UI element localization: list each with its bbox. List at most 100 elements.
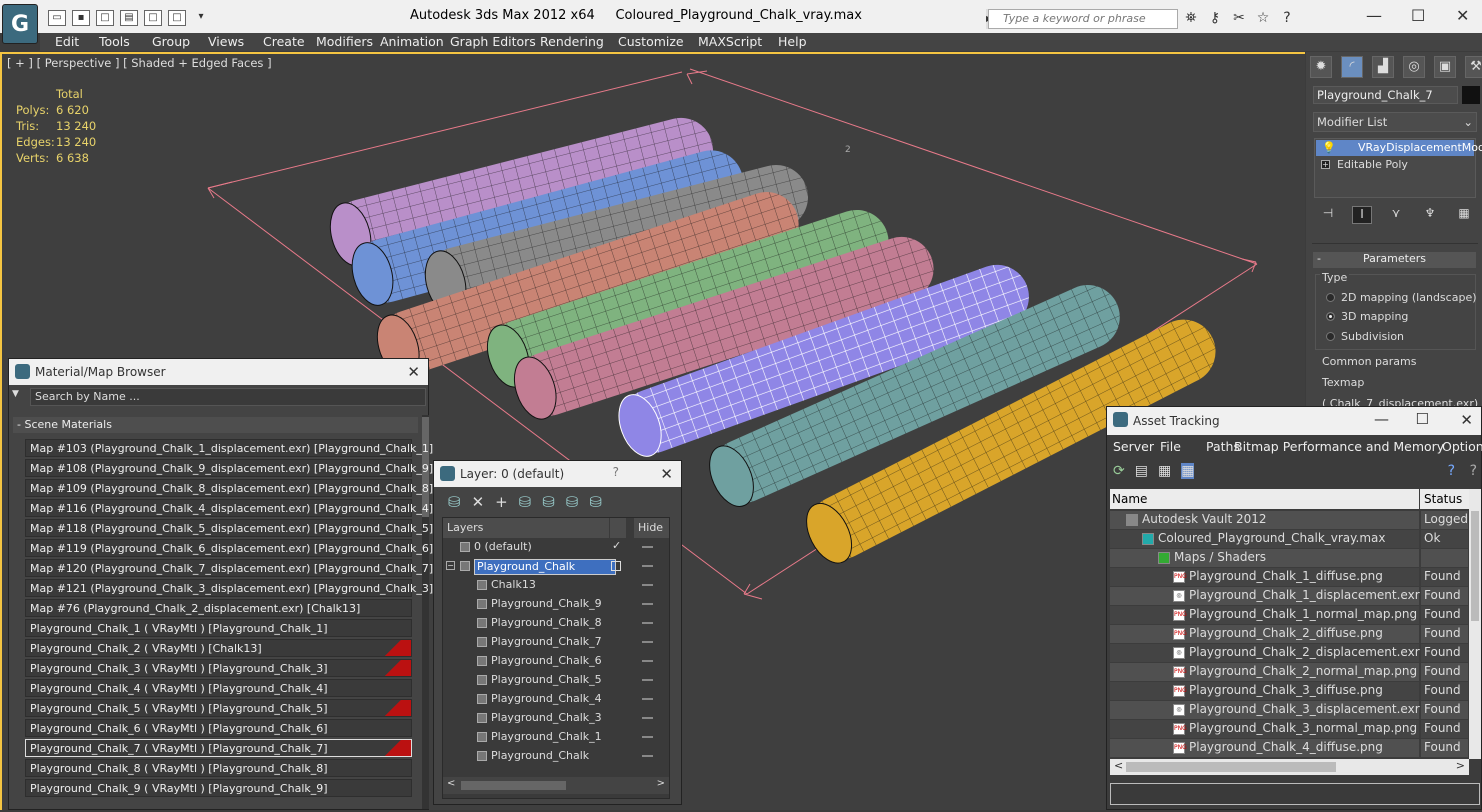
asset-menu-server[interactable]: Server bbox=[1113, 439, 1154, 454]
menu-maxscript[interactable]: MAXScript bbox=[698, 34, 762, 49]
asset-row[interactable]: PNG Playground_Chalk_2_diffuse.png Found bbox=[1110, 625, 1468, 644]
material-list-item[interactable]: Map #121 (Playground_Chalk_3_displacemen… bbox=[25, 579, 433, 597]
material-list-item[interactable]: Map #108 (Playground_Chalk_9_displacemen… bbox=[25, 459, 433, 477]
hide-toggle[interactable] bbox=[642, 565, 653, 567]
hide-toggle[interactable] bbox=[642, 717, 653, 719]
hide-toggle[interactable] bbox=[642, 641, 653, 643]
asset-row[interactable]: PNG Playground_Chalk_4_diffuse.png Found bbox=[1110, 739, 1468, 758]
new-icon[interactable]: □ bbox=[96, 10, 114, 26]
display-tab-icon[interactable]: ▣ bbox=[1434, 56, 1456, 78]
save-icon[interactable]: ▪ bbox=[72, 10, 90, 26]
project-icon[interactable]: ▤ bbox=[120, 10, 138, 26]
material-list-item[interactable]: Playground_Chalk_7 ( VRayMtl ) [Playgrou… bbox=[25, 739, 412, 757]
search-by-name-input[interactable]: Search by Name ... bbox=[30, 388, 426, 406]
stack-item-editable-poly[interactable]: + Editable Poly bbox=[1315, 157, 1475, 173]
menu-help[interactable]: Help bbox=[778, 34, 807, 49]
material-list-item[interactable]: Playground_Chalk_2 ( VRayMtl ) [Chalk13] bbox=[25, 639, 412, 657]
refresh-icon[interactable]: ⟳ bbox=[1113, 463, 1125, 479]
horizontal-scrollbar[interactable]: < > bbox=[1110, 759, 1469, 775]
menu-group[interactable]: Group bbox=[152, 34, 190, 49]
hide-toggle[interactable] bbox=[642, 603, 653, 605]
layer-object-row[interactable]: Playground_Chalk_1 bbox=[442, 728, 667, 747]
remove-modifier-icon[interactable]: ♆ bbox=[1420, 206, 1440, 224]
asset-row[interactable]: ◎ Playground_Chalk_1_displacement.exr Foun… bbox=[1110, 587, 1468, 606]
menu-create[interactable]: Create bbox=[263, 34, 305, 49]
hierarchy-tab-icon[interactable]: ▟ bbox=[1372, 56, 1394, 78]
scrollbar-thumb[interactable] bbox=[1471, 511, 1479, 621]
hide-toggle[interactable] bbox=[642, 660, 653, 662]
asset-row[interactable]: PNG Playground_Chalk_3_diffuse.png Found bbox=[1110, 682, 1468, 701]
hide-toggle[interactable] bbox=[642, 755, 653, 757]
material-list-item[interactable]: Playground_Chalk_3 ( VRayMtl ) [Playgrou… bbox=[25, 659, 412, 677]
material-list-item[interactable]: Map #109 (Playground_Chalk_8_displacemen… bbox=[25, 479, 433, 497]
binoculars-icon[interactable]: ⛯ bbox=[1182, 9, 1200, 27]
menu-modifiers[interactable]: Modifiers bbox=[316, 34, 373, 49]
exchange-icon[interactable]: ✂ bbox=[1230, 9, 1248, 27]
menu-customize[interactable]: Customize bbox=[618, 34, 684, 49]
material-list-item[interactable]: Map #103 (Playground_Chalk_1_displacemen… bbox=[25, 439, 433, 457]
select-objects-icon[interactable]: ⛁ bbox=[519, 493, 532, 511]
show-end-result-icon[interactable]: I bbox=[1352, 206, 1372, 224]
radio-2d-mapping[interactable]: 2D mapping (landscape) bbox=[1326, 290, 1477, 304]
material-list-item[interactable]: Map #76 (Playground_Chalk_2_displacement… bbox=[25, 599, 412, 617]
minimize-button[interactable]: — bbox=[1366, 6, 1382, 25]
layer-row[interactable]: 0 (default) ✓ bbox=[442, 538, 667, 557]
asset-row[interactable]: PNG Playground_Chalk_3_normal_map.png Foun… bbox=[1110, 720, 1468, 739]
minimize-button[interactable]: — bbox=[1374, 410, 1389, 428]
stack-item-vraydisplacement[interactable]: 💡 VRayDisplacementMod bbox=[1316, 140, 1482, 156]
create-layer-icon[interactable]: ⛁ bbox=[448, 493, 461, 511]
close-icon[interactable]: ✕ bbox=[407, 363, 420, 381]
radio-subdivision[interactable]: Subdivision bbox=[1326, 329, 1404, 343]
layers-column-header[interactable]: Layers bbox=[443, 518, 609, 538]
layer-object-row[interactable]: Playground_Chalk_4 bbox=[442, 690, 667, 709]
layer-object-row[interactable]: Playground_Chalk bbox=[442, 747, 667, 766]
table-view-icon[interactable]: ▦ bbox=[1181, 463, 1195, 479]
asset-row[interactable]: ◎ Playground_Chalk_3_displacement.exr Foun… bbox=[1110, 701, 1468, 720]
asset-menu-file[interactable]: File bbox=[1160, 439, 1181, 454]
maximize-button[interactable]: ☐ bbox=[1411, 6, 1425, 25]
utilities-tab-icon[interactable]: ⚒ bbox=[1465, 56, 1482, 78]
menu-rendering[interactable]: Rendering bbox=[540, 34, 604, 49]
material-list-item[interactable]: Playground_Chalk_5 ( VRayMtl ) [Playgrou… bbox=[25, 699, 412, 717]
asset-row[interactable]: Maps / Shaders bbox=[1110, 549, 1468, 568]
menu-edit[interactable]: Edit bbox=[55, 34, 79, 49]
asset-row[interactable]: PNG Playground_Chalk_2_normal_map.png Foun… bbox=[1110, 663, 1468, 682]
hide-toggle[interactable] bbox=[642, 698, 653, 700]
expand-icon[interactable]: + bbox=[1321, 160, 1330, 169]
hide-toggle[interactable] bbox=[642, 679, 653, 681]
favorites-icon[interactable]: ☆ bbox=[1254, 9, 1272, 27]
layer-object-row[interactable]: Playground_Chalk_3 bbox=[442, 709, 667, 728]
help-icon[interactable]: ? bbox=[1470, 463, 1477, 479]
hide-column-header[interactable]: Hide bbox=[634, 518, 669, 538]
material-list-item[interactable]: Map #116 (Playground_Chalk_4_displacemen… bbox=[25, 499, 433, 517]
freeze-all-icon[interactable]: ⛁ bbox=[589, 493, 602, 511]
asset-row[interactable]: ◎ Playground_Chalk_2_displacement.exr Foun… bbox=[1110, 644, 1468, 663]
asset-row[interactable]: Autodesk Vault 2012 Logged bbox=[1110, 511, 1468, 530]
close-icon[interactable]: ✕ bbox=[660, 465, 673, 483]
delete-layer-icon[interactable]: ✕ bbox=[472, 493, 485, 511]
material-list-item[interactable]: Playground_Chalk_8 ( VRayMtl ) [Playgrou… bbox=[25, 759, 412, 777]
scene-materials-group[interactable]: - Scene Materials bbox=[13, 417, 418, 433]
hide-toggle[interactable] bbox=[642, 546, 653, 548]
status-column-header[interactable]: Status bbox=[1420, 489, 1469, 509]
options-dropdown-icon[interactable]: ▼ bbox=[12, 389, 24, 401]
undo-icon[interactable]: □ bbox=[144, 10, 162, 26]
scrollbar-thumb[interactable] bbox=[1126, 762, 1336, 772]
redo-icon[interactable]: □ bbox=[168, 10, 186, 26]
layer-object-row[interactable]: Playground_Chalk_8 bbox=[442, 614, 667, 633]
radio-3d-mapping[interactable]: 3D mapping bbox=[1326, 309, 1408, 323]
lightbulb-icon[interactable]: 💡 bbox=[1322, 141, 1336, 154]
material-list-item[interactable]: Map #120 (Playground_Chalk_7_displacemen… bbox=[25, 559, 433, 577]
open-icon[interactable]: ▭ bbox=[48, 10, 66, 26]
horizontal-scrollbar[interactable]: < > bbox=[443, 777, 669, 794]
asset-row[interactable]: PNG Playground_Chalk_1_diffuse.png Found bbox=[1110, 568, 1468, 587]
asset-row[interactable]: PNG Playground_Chalk_1_normal_map.png Foun… bbox=[1110, 606, 1468, 625]
key-icon[interactable]: ⚷ bbox=[1206, 9, 1224, 27]
object-color-swatch[interactable] bbox=[1462, 86, 1480, 104]
make-unique-icon[interactable]: ⋎ bbox=[1386, 206, 1406, 224]
highlight-layer-icon[interactable]: ⛁ bbox=[542, 493, 555, 511]
material-list-item[interactable]: Map #118 (Playground_Chalk_5_displacemen… bbox=[25, 519, 433, 537]
menu-tools[interactable]: Tools bbox=[99, 34, 130, 49]
layer-row[interactable]: Playground_Chalk − bbox=[442, 557, 667, 576]
scroll-right-icon[interactable]: > bbox=[1456, 759, 1465, 772]
